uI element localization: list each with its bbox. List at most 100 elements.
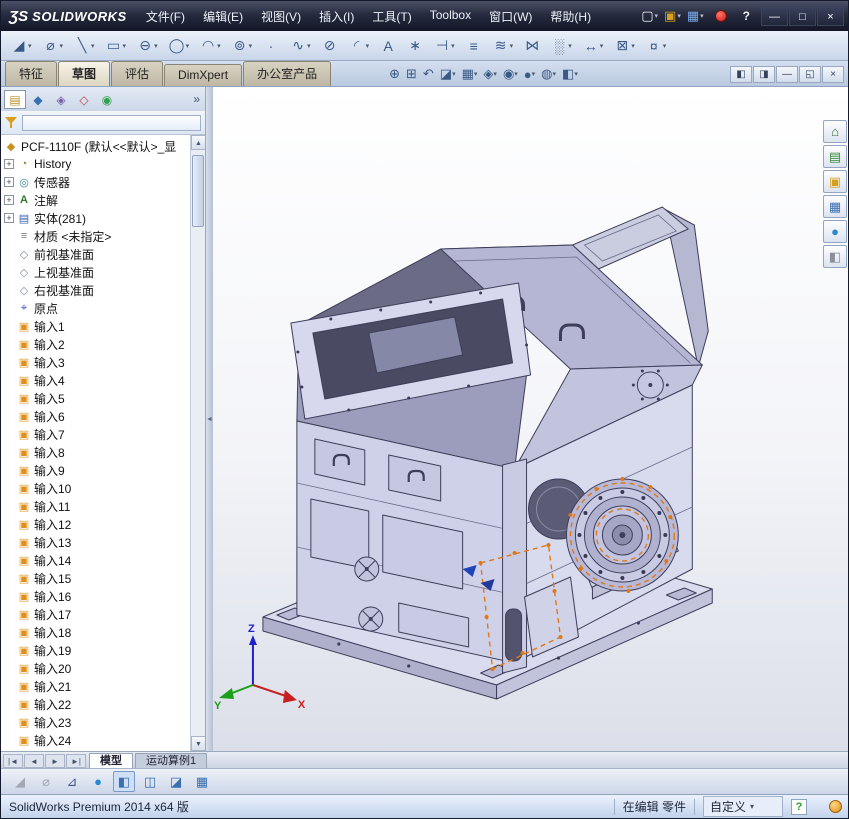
tree-item[interactable]: ▣ 输入14 [1,551,190,569]
commandmanager-tab[interactable]: DimXpert [164,64,243,86]
convert-entities-icon[interactable]: ≡ [462,34,486,58]
apply-scene-icon[interactable]: ◍ ▾ [539,64,558,84]
dimxpertmanager-tab[interactable]: ◇ [73,90,95,109]
trim-entities-icon[interactable]: ⊣ ▾ [430,34,459,58]
displaymanager-tab[interactable]: ◉ [96,90,118,109]
tree-expand-toggle[interactable] [4,447,14,457]
view-orientation-icon[interactable]: ▦ [191,771,213,792]
section-view-icon[interactable]: ◪ [165,771,187,792]
tree-item[interactable]: ▣ 输入8 [1,443,190,461]
tree-expand-toggle[interactable] [4,591,14,601]
tree-item[interactable]: ▣ 输入12 [1,515,190,533]
menu-item[interactable]: 文件(F) [137,3,194,30]
custom-status-dropdown[interactable]: 自定义 ▾ [703,796,783,817]
open-button[interactable]: ▣ ▾ [661,7,684,25]
point-icon[interactable]: ∙ [259,34,283,58]
display-relations-icon[interactable]: ⊠ ▾ [610,34,639,58]
tree-item[interactable]: ⌖ 原点 [1,299,190,317]
tree-expand-toggle[interactable] [4,555,14,565]
pattern-star-icon[interactable]: ∗ [403,34,427,58]
tree-expand-toggle[interactable] [4,699,14,709]
tree-expand-toggle[interactable]: + [4,177,14,187]
tree-expand-toggle[interactable] [4,411,14,421]
new-document-button[interactable]: ▢ ▾ [638,7,661,25]
display-style-icon[interactable]: ◈ ▾ [481,64,499,84]
file-explorer-tab[interactable]: ▣ [823,170,847,193]
tree-item[interactable]: ≡ 材质 <未指定> [1,227,190,245]
tree-item[interactable]: ▣ 输入9 [1,461,190,479]
propertymanager-tab[interactable]: ◆ [27,90,49,109]
minimize-document-button[interactable]: — [776,66,798,83]
circle-icon[interactable]: ◯ ▾ [165,34,194,58]
tree-item[interactable]: ▣ 输入4 [1,371,190,389]
crusher-model[interactable] [262,206,713,700]
menu-item[interactable]: 编辑(E) [194,3,252,30]
tree-expand-toggle[interactable] [4,681,14,691]
restore-document-button[interactable]: ◱ [799,66,821,83]
tree-item[interactable]: ▣ 输入6 [1,407,190,425]
tree-item[interactable]: ▣ 输入24 [1,731,190,749]
tree-expand-toggle[interactable] [4,609,14,619]
document-tab[interactable]: 模型 [89,753,133,768]
commandmanager-tab[interactable]: 办公室产品 [243,61,332,86]
quick-snaps-icon[interactable]: ¤ ▾ [642,34,671,58]
tree-item[interactable]: ◇ 右视基准面 [1,281,190,299]
tree-expand-toggle[interactable] [4,285,14,295]
tree-item[interactable]: ▣ 输入13 [1,533,190,551]
prev-tab-button[interactable]: ◄ [24,754,44,768]
document-tab[interactable]: 运动算例1 [135,753,208,768]
tree-item[interactable]: ▣ 输入7 [1,425,190,443]
fillet-icon[interactable]: ◜ ▾ [345,34,374,58]
tree-expand-toggle[interactable] [4,663,14,673]
smart-dimension-icon[interactable]: ⌀ ▾ [39,34,68,58]
measure-icon[interactable]: ⊿ [61,771,83,792]
text-icon[interactable]: A [376,34,400,58]
tree-scrollbar[interactable]: ▲ ▼ [190,135,205,751]
pane-right-button[interactable]: ◨ [753,66,775,83]
tree-expand-toggle[interactable] [4,501,14,511]
tree-expand-toggle[interactable] [4,429,14,439]
tree-expand-toggle[interactable] [4,393,14,403]
resources-tab[interactable]: ⌂ [823,120,847,143]
menu-item[interactable]: 工具(T) [363,3,420,30]
tree-expand-toggle[interactable] [4,627,14,637]
design-library-tab[interactable]: ▤ [823,145,847,168]
tree-item[interactable]: ▣ 输入15 [1,569,190,587]
sketch-icon[interactable]: ◢ [9,771,31,792]
close-document-button[interactable]: × [822,66,844,83]
tree-expand-toggle[interactable] [4,249,14,259]
panel-overflow-button[interactable]: » [193,92,202,106]
tree-expand-toggle[interactable]: + [4,159,14,169]
minimize-button[interactable]: — [761,6,788,26]
tree-expand-toggle[interactable] [4,321,14,331]
commandmanager-tab[interactable]: 评估 [111,61,164,86]
hidden-lines-visible-icon[interactable]: ◫ [139,771,161,792]
view-settings-icon[interactable]: ◧ ▾ [560,64,580,84]
tree-item[interactable]: ▣ 输入18 [1,623,190,641]
panel-splitter[interactable]: ◄ [206,87,213,751]
tree-item[interactable]: ▣ 输入21 [1,677,190,695]
tree-item[interactable]: ▣ 输入17 [1,605,190,623]
tree-item[interactable]: + A 注解 [1,191,190,209]
custom-properties-tab[interactable]: ◧ [823,245,847,268]
tree-expand-toggle[interactable]: + [4,195,14,205]
tree-expand-toggle[interactable] [4,537,14,547]
menu-item[interactable]: Toolbox [421,3,480,30]
view-palette-tab[interactable]: ▦ [823,195,847,218]
appearance-ball-icon[interactable]: ● [87,771,109,792]
commandmanager-tab[interactable]: 草图 [58,61,111,86]
tree-item[interactable]: ▣ 输入5 [1,389,190,407]
pane-left-button[interactable]: ◧ [730,66,752,83]
scroll-down-button[interactable]: ▼ [191,736,205,751]
filter-input[interactable] [22,114,201,131]
tree-item[interactable]: ▣ 输入22 [1,695,190,713]
tree-item[interactable]: ▣ 输入19 [1,641,190,659]
rectangle-icon[interactable]: ▭ ▾ [102,34,131,58]
previous-view-icon[interactable]: ↶ [421,64,436,84]
tree-item[interactable]: + ▤ 实体(281) [1,209,190,227]
tree-expand-toggle[interactable] [4,231,14,241]
tree-item[interactable]: + ◔ History [1,155,190,173]
tree-expand-toggle[interactable] [4,645,14,655]
tree-item[interactable]: + ◎ 传感器 [1,173,190,191]
tree-expand-toggle[interactable] [4,573,14,583]
